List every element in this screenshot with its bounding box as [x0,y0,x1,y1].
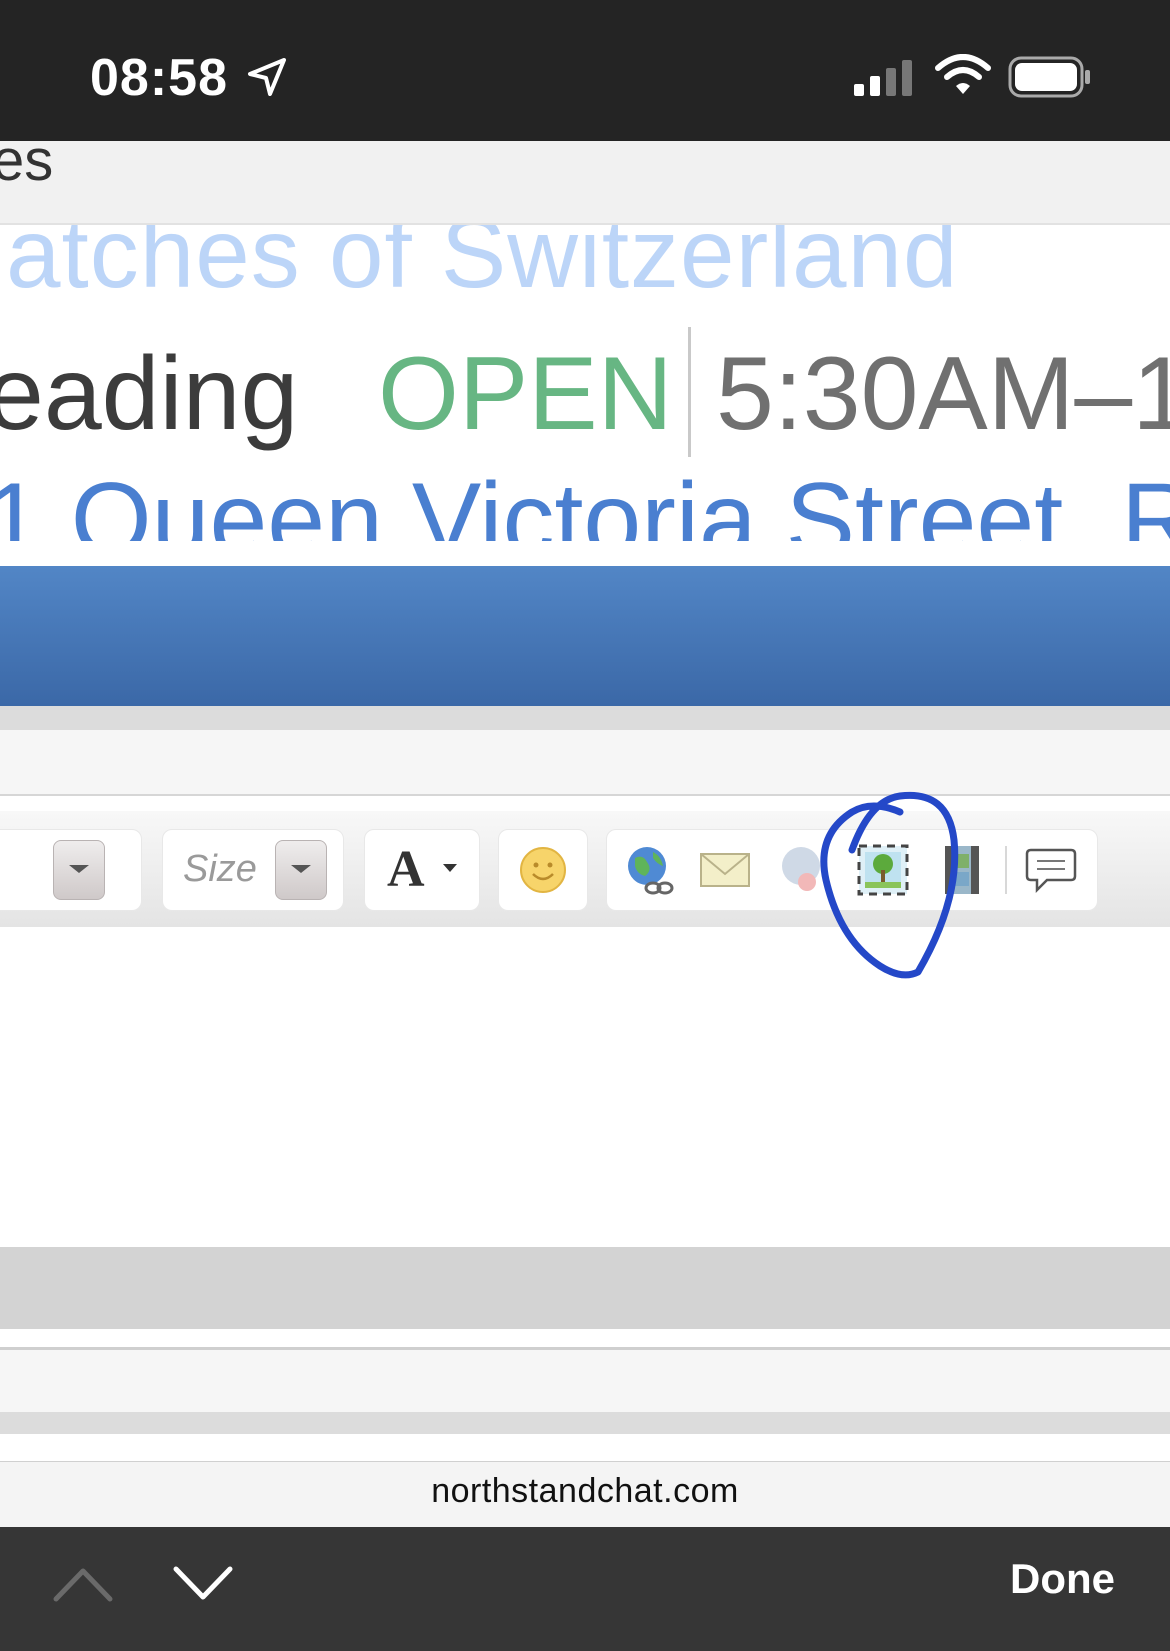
ad-title[interactable]: atches of Switzerland [6,225,958,310]
ad-place: eading [0,336,299,452]
toolbar-separator [1005,846,1007,894]
email-icon[interactable] [699,844,751,896]
web-page: es atches of Switzerland eading OPEN 5:3… [0,141,1170,1461]
insert-button-group [606,829,1098,911]
ad-open-status: OPEN [378,336,673,452]
insert-image-icon[interactable] [857,844,909,896]
chevron-down-icon[interactable] [170,1561,236,1605]
smiley-icon [520,847,566,893]
font-dropdown-button[interactable] [53,840,105,900]
footer-band [0,1412,1170,1434]
size-select-label: Size [183,848,257,890]
footer-row [0,1350,1170,1412]
battery-icon [1008,56,1090,98]
find-bar: Done [0,1527,1170,1651]
text-color-button[interactable]: A [364,829,480,911]
forum-header-bar [0,566,1170,706]
url-text[interactable]: northstandchat.com [0,1472,1170,1511]
heading-fragment: es [0,141,54,193]
quote-icon[interactable] [1025,844,1077,896]
insert-video-icon[interactable] [935,844,987,896]
ad-address-clip: 1 Queen Victoria Street, R [0,461,1170,543]
font-size-select[interactable]: Size [162,829,344,911]
ad-hours: 5:30AM–1 [716,336,1170,452]
cellular-signal-icon [854,60,912,96]
font-family-select[interactable] [0,829,142,911]
wifi-icon [935,54,991,94]
message-editor[interactable] [0,927,1170,1227]
insert-link-icon[interactable] [623,844,675,896]
chevron-up-icon[interactable] [50,1561,116,1605]
size-dropdown-button[interactable] [275,840,327,900]
ad-address[interactable]: 1 Queen Victoria Street, R [0,461,1170,541]
subject-row [0,730,1170,796]
text-color-icon: A [387,841,425,898]
editor-footer [0,1247,1170,1329]
done-button[interactable]: Done [1010,1555,1115,1603]
remove-link-icon[interactable] [777,844,829,896]
ad-divider [688,327,691,457]
chevron-down-icon [443,864,457,872]
smiley-button[interactable] [498,829,588,911]
editor-toolbar: Size A [0,811,1170,927]
status-time: 08:58 [90,49,228,107]
header-shadow-band [0,706,1170,730]
status-bar: 08:58 [0,0,1170,141]
location-arrow-icon [248,58,286,96]
address-bar[interactable]: northstandchat.com [0,1461,1170,1528]
top-strip: es [0,141,1170,225]
